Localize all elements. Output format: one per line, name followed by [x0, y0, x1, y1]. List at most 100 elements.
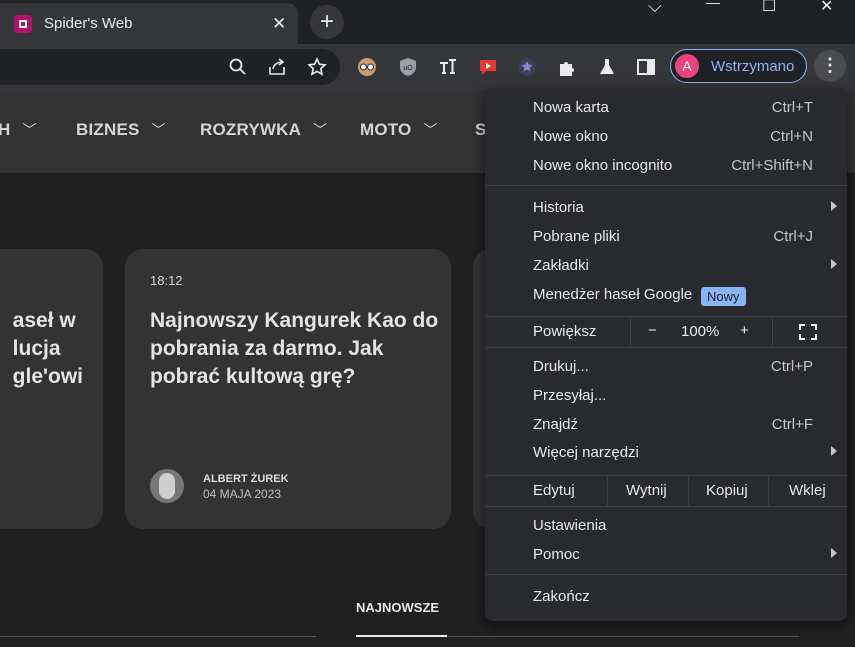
menu-item-new-tab[interactable]: Nowa karta Ctrl+T — [485, 94, 847, 123]
menu-item-downloads[interactable]: Pobrane pliki Ctrl+J — [485, 223, 847, 252]
tab-najnowsze[interactable]: NAJNOWSZE — [356, 600, 439, 615]
browser-window: Spider's Web ✕ + ⌵ — ☐ ✕ uO A Wstrzymano… — [0, 0, 855, 647]
menu-item-password-manager[interactable]: Menedżer haseł Google Nowy — [485, 281, 847, 310]
divider — [772, 317, 773, 347]
zoom-out-button[interactable]: − — [648, 322, 657, 339]
menu-item-bookmarks[interactable]: Zakładki — [485, 252, 847, 281]
menu-item-new-window[interactable]: Nowe okno Ctrl+N — [485, 123, 847, 152]
profile-button[interactable]: A Wstrzymano — [670, 49, 807, 83]
chevron-down-icon: ﹀ — [423, 122, 438, 138]
nav-item-label: ROZRYWKA — [200, 120, 302, 139]
shortcut-label: Ctrl+F — [771, 416, 813, 433]
menu-item-label: Pobrane pliki — [533, 228, 620, 245]
minimize-button[interactable]: — — [706, 0, 720, 10]
chrome-menu-button[interactable]: ⋮ — [814, 50, 846, 82]
menu-separator — [485, 185, 847, 186]
submenu-arrow-icon — [831, 259, 837, 269]
maximize-button[interactable]: ☐ — [762, 0, 776, 15]
svg-text:uO: uO — [403, 65, 413, 72]
menu-item-label: Pomoc — [533, 546, 580, 563]
extension-star-icon[interactable] — [516, 56, 538, 78]
search-icon[interactable] — [227, 56, 249, 78]
menu-item-label: Zakładki — [533, 257, 589, 274]
new-badge: Nowy — [701, 287, 746, 306]
divider — [768, 476, 769, 506]
menu-item-cast[interactable]: Przesyłaj... — [485, 382, 847, 411]
menu-separator — [485, 574, 847, 575]
tab-close-icon[interactable]: ✕ — [272, 14, 286, 34]
title-line: lucja — [12, 337, 61, 360]
side-panel-icon[interactable] — [635, 56, 657, 78]
labs-flask-icon[interactable] — [596, 56, 618, 78]
submenu-arrow-icon — [831, 548, 837, 558]
bookmark-star-icon[interactable] — [306, 56, 328, 78]
youtube-extension-icon[interactable] — [477, 56, 499, 78]
window-close-button[interactable]: ✕ — [820, 0, 833, 15]
zoom-row: Powiększ − 100% + — [485, 317, 847, 347]
menu-item-label: Nowe okno incognito — [533, 157, 673, 174]
divider — [607, 476, 608, 506]
address-bar[interactable] — [0, 49, 340, 85]
article-card[interactable]: 18:12 Najnowszy Kangurek Kao do pobrania… — [125, 249, 451, 529]
article-title[interactable]: Najnowszy Kangurek Kao do pobrania za da… — [150, 307, 440, 391]
menu-item-incognito[interactable]: Nowe okno incognito Ctrl+Shift+N — [485, 152, 847, 181]
menu-separator — [485, 506, 847, 507]
article-date: 04 MAJA 2023 — [203, 487, 282, 501]
divider — [447, 636, 799, 637]
menu-item-settings[interactable]: Ustawienia — [485, 512, 847, 541]
chevron-down-icon: ﹀ — [151, 122, 166, 138]
nav-item-label: BIZNES — [76, 120, 140, 139]
tab-spiders-web[interactable]: Spider's Web ✕ — [0, 3, 298, 44]
menu-item-label: Nowa karta — [533, 99, 609, 116]
chevron-down-icon: ﹀ — [313, 122, 328, 138]
chrome-main-menu: Nowa karta Ctrl+T Nowe okno Ctrl+N Nowe … — [485, 88, 847, 621]
shortcut-label: Ctrl+T — [771, 99, 813, 116]
menu-item-label: Zakończ — [533, 588, 590, 605]
cut-button[interactable]: Wytnij — [626, 482, 667, 499]
chevron-down-icon: ﹀ — [22, 122, 37, 138]
article-card-left[interactable]: aseł w lucja gle'owi — [0, 249, 103, 529]
menu-item-label: Drukuj... — [533, 358, 589, 375]
nav-item-moto[interactable]: MOTO ﹀ — [360, 120, 438, 140]
copy-button[interactable]: Kopiuj — [706, 482, 748, 499]
menu-item-more-tools[interactable]: Więcej narzędzi — [485, 439, 847, 468]
new-tab-button[interactable]: + — [310, 5, 344, 39]
paste-button[interactable]: Wklej — [789, 482, 826, 499]
translate-extension-icon[interactable] — [437, 56, 459, 78]
profile-status: Wstrzymano — [711, 57, 795, 75]
menu-item-label: Historia — [533, 199, 584, 216]
edit-row: Edytuj Wytnij Kopiuj Wklej — [485, 476, 847, 506]
extension-reader-icon[interactable] — [356, 56, 378, 78]
author-avatar — [150, 469, 184, 503]
title-line: gle'owi — [12, 365, 83, 388]
share-icon[interactable] — [266, 56, 288, 78]
menu-item-print[interactable]: Drukuj... Ctrl+P — [485, 353, 847, 382]
shortcut-label: Ctrl+Shift+N — [731, 157, 813, 174]
menu-item-help[interactable]: Pomoc — [485, 541, 847, 570]
avatar: A — [675, 54, 699, 78]
shortcut-label: Ctrl+J — [773, 228, 813, 245]
nav-item-rozrywka[interactable]: ROZRYWKA ﹀ — [200, 120, 327, 140]
fullscreen-icon[interactable] — [799, 324, 817, 340]
nav-item-biznes[interactable]: BIZNES ﹀ — [76, 120, 166, 140]
submenu-arrow-icon — [831, 201, 837, 211]
menu-item-label: Nowe okno — [533, 128, 609, 145]
ublock-icon[interactable]: uO — [397, 56, 419, 78]
author-name[interactable]: ALBERT ŻUREK — [203, 473, 289, 485]
menu-separator — [485, 347, 847, 348]
submenu-arrow-icon — [831, 446, 837, 456]
menu-item-label: Znajdź — [533, 416, 579, 433]
menu-item-history[interactable]: Historia — [485, 194, 847, 223]
tab-search-icon[interactable]: ⌵ — [648, 0, 662, 16]
zoom-level: 100% — [681, 323, 720, 340]
menu-item-exit[interactable]: Zakończ — [485, 583, 847, 612]
menu-item-find[interactable]: Znajdź Ctrl+F — [485, 411, 847, 440]
extensions-puzzle-icon[interactable] — [556, 56, 578, 78]
article-title-partial: aseł w lucja gle'owi — [13, 307, 83, 391]
title-line: aseł w — [12, 309, 76, 332]
nav-item-label: MOTO — [360, 120, 412, 139]
nav-item-tech[interactable]: H ﹀ — [0, 120, 37, 140]
zoom-in-button[interactable]: + — [740, 322, 749, 339]
active-tab-indicator — [356, 635, 447, 637]
tab-strip: Spider's Web ✕ + ⌵ — ☐ ✕ — [0, 0, 855, 44]
